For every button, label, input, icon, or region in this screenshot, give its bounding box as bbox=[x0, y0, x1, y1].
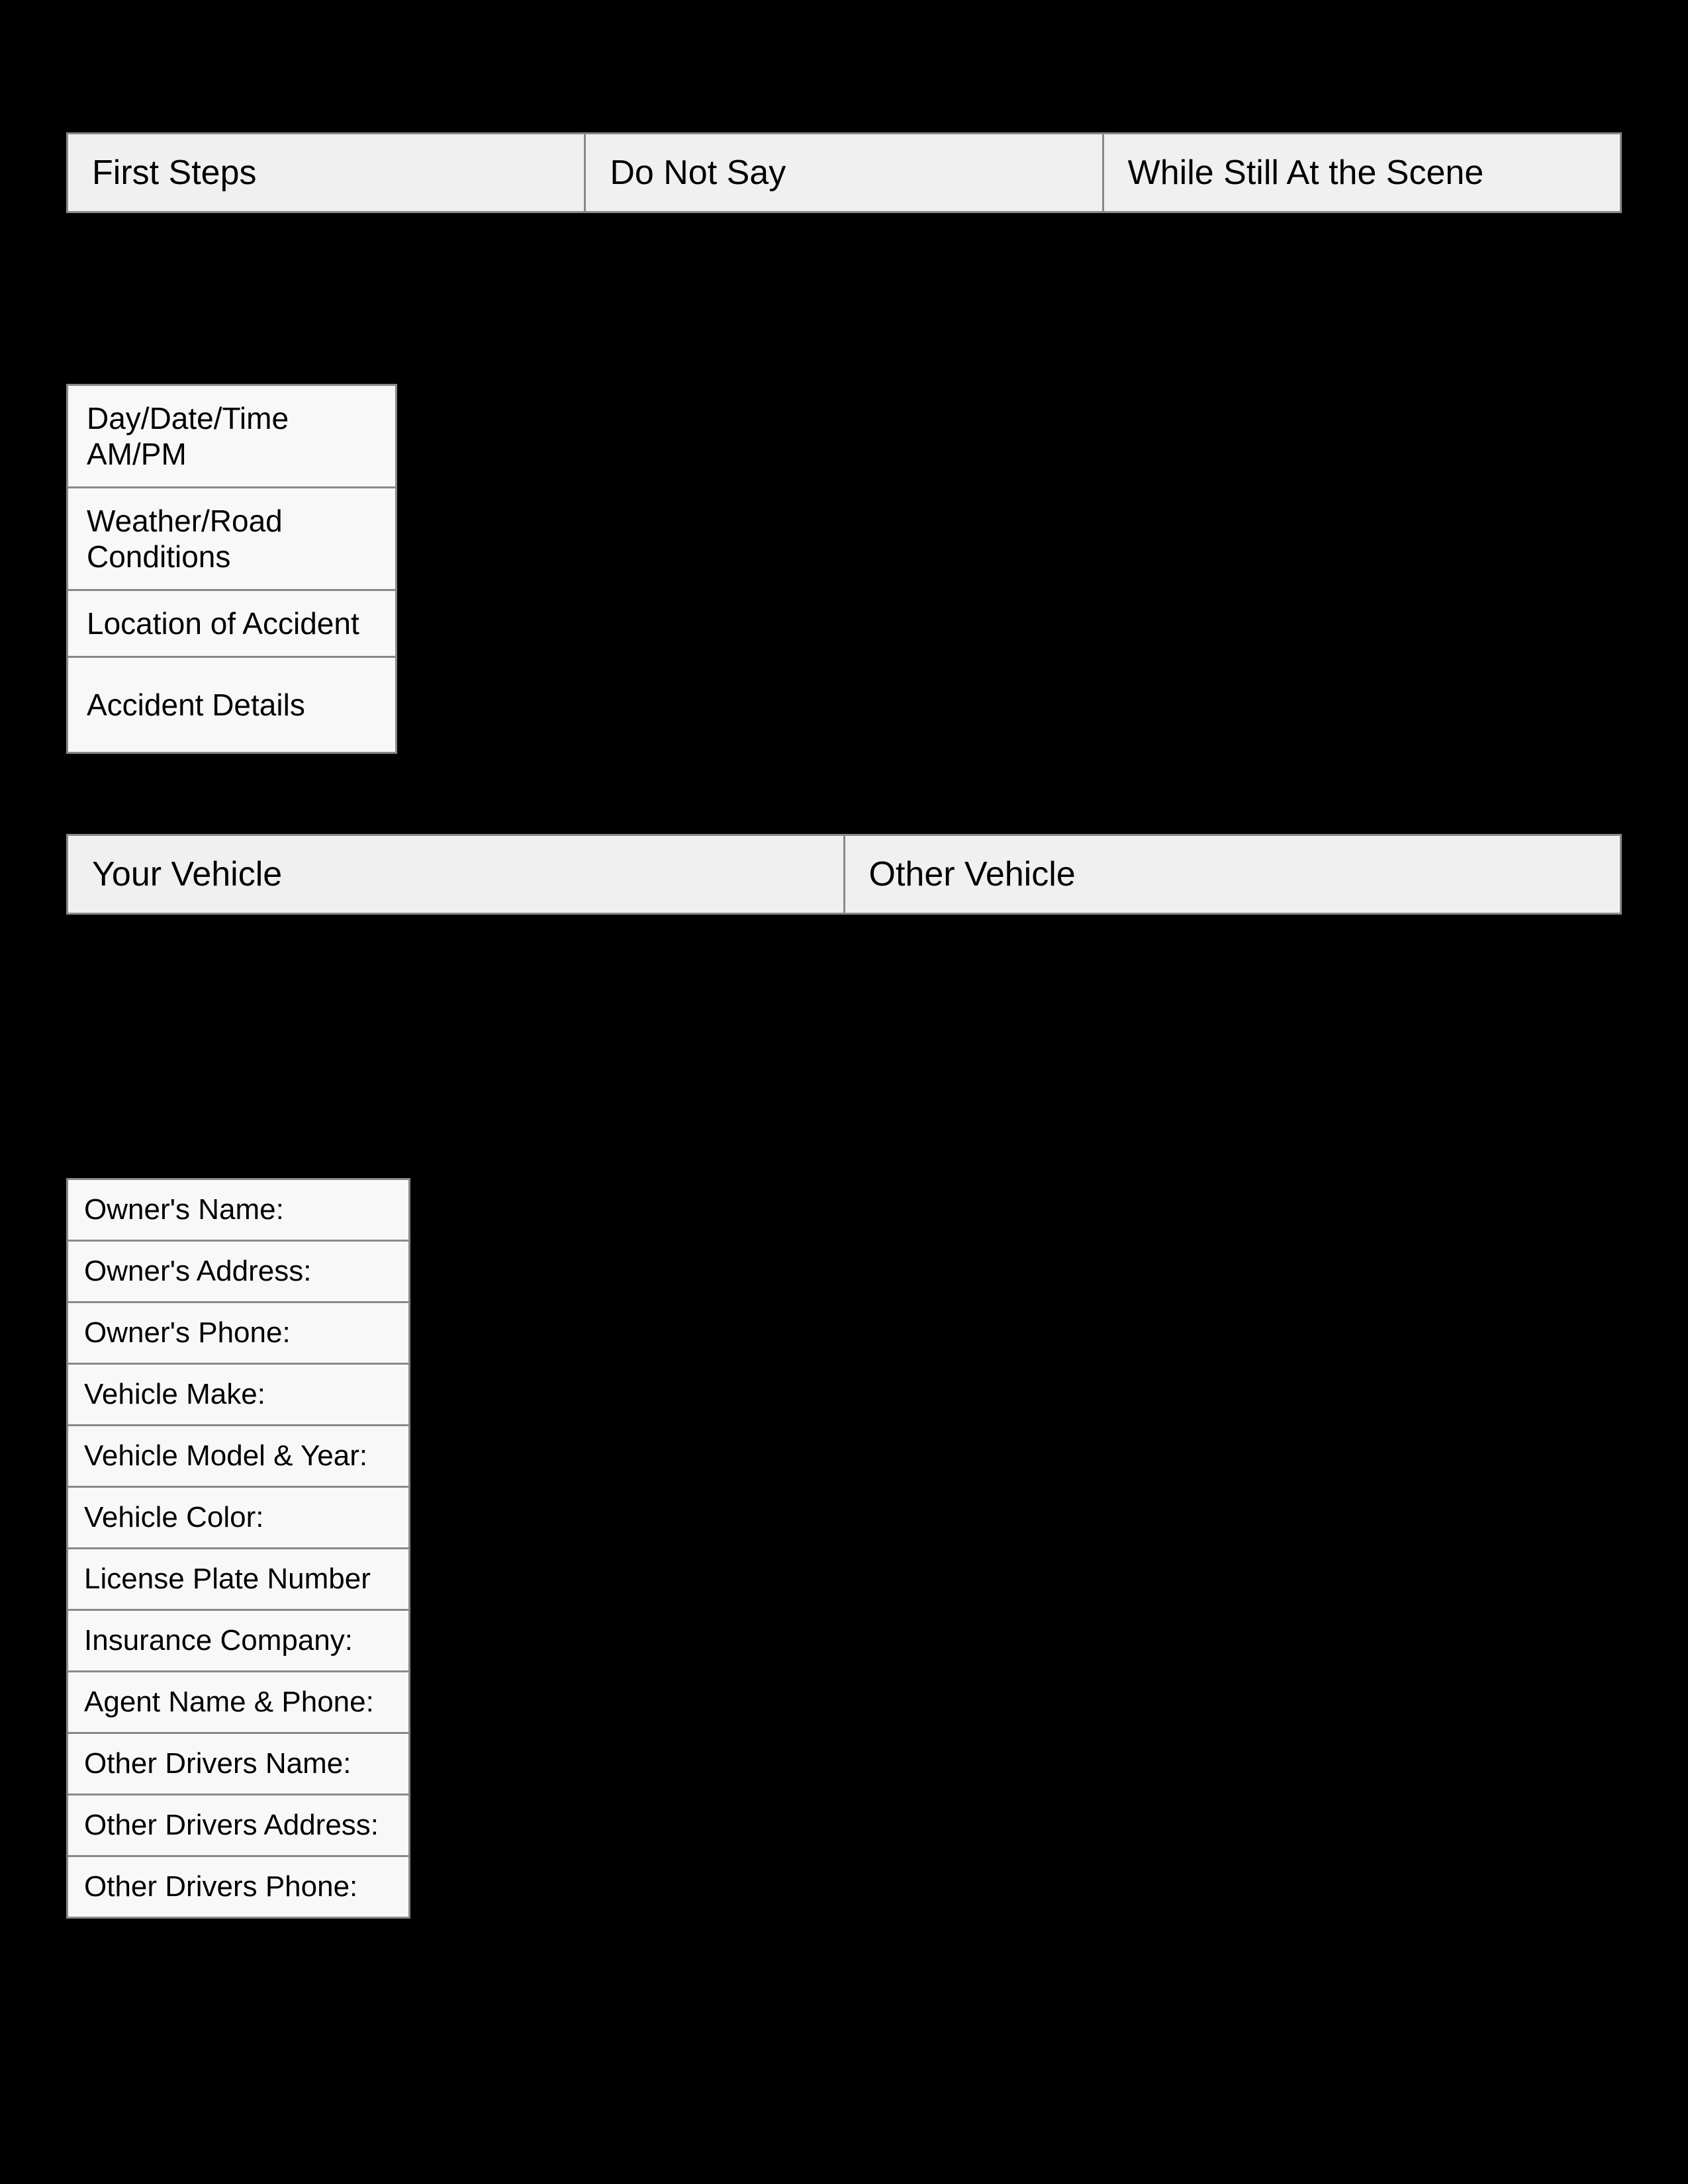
accident-info-location-label: Location of Accident bbox=[87, 606, 359, 641]
field-other-drivers-phone: Other Drivers Phone: bbox=[68, 1857, 408, 1917]
tabs-row: First Steps Do Not Say While Still At th… bbox=[66, 132, 1622, 213]
vehicle-fields-table: Owner's Name: Owner's Address: Owner's P… bbox=[66, 1178, 410, 1919]
vehicle-headers: Your Vehicle Other Vehicle bbox=[66, 834, 1622, 915]
field-vehicle-model-year-label: Vehicle Model & Year: bbox=[84, 1439, 367, 1472]
field-other-drivers-address: Other Drivers Address: bbox=[68, 1796, 408, 1857]
accident-info-row-datetime: Day/Date/Time AM/PM bbox=[68, 386, 395, 488]
other-vehicle-header: Other Vehicle bbox=[845, 836, 1620, 913]
accident-info-details-label: Accident Details bbox=[87, 688, 305, 722]
other-vehicle-label: Other Vehicle bbox=[869, 855, 1076, 893]
field-owners-address-label: Owner's Address: bbox=[84, 1255, 311, 1287]
field-other-drivers-phone-label: Other Drivers Phone: bbox=[84, 1870, 357, 1903]
accident-info-row-details: Accident Details bbox=[68, 658, 395, 752]
field-vehicle-color: Vehicle Color: bbox=[68, 1488, 408, 1549]
field-vehicle-make: Vehicle Make: bbox=[68, 1365, 408, 1426]
tab-while-at-scene[interactable]: While Still At the Scene bbox=[1104, 134, 1620, 211]
your-vehicle-label: Your Vehicle bbox=[92, 855, 282, 893]
accident-info-table: Day/Date/Time AM/PM Weather/Road Conditi… bbox=[66, 384, 397, 754]
tab-while-at-scene-label: While Still At the Scene bbox=[1128, 154, 1484, 192]
tab-first-steps[interactable]: First Steps bbox=[68, 134, 586, 211]
field-other-drivers-name: Other Drivers Name: bbox=[68, 1734, 408, 1796]
field-other-drivers-address-label: Other Drivers Address: bbox=[84, 1809, 379, 1841]
field-vehicle-color-label: Vehicle Color: bbox=[84, 1501, 263, 1533]
field-other-drivers-name-label: Other Drivers Name: bbox=[84, 1747, 351, 1780]
field-agent-name-phone: Agent Name & Phone: bbox=[68, 1672, 408, 1734]
your-vehicle-header: Your Vehicle bbox=[68, 836, 845, 913]
accident-info-weather-label: Weather/Road Conditions bbox=[87, 504, 283, 574]
field-owners-phone: Owner's Phone: bbox=[68, 1303, 408, 1365]
field-agent-name-phone-label: Agent Name & Phone: bbox=[84, 1686, 374, 1718]
field-owners-address: Owner's Address: bbox=[68, 1242, 408, 1303]
field-vehicle-make-label: Vehicle Make: bbox=[84, 1378, 265, 1410]
field-license-plate-label: License Plate Number bbox=[84, 1563, 371, 1595]
accident-info-row-location: Location of Accident bbox=[68, 591, 395, 658]
field-insurance-company-label: Insurance Company: bbox=[84, 1624, 353, 1657]
field-vehicle-model-year: Vehicle Model & Year: bbox=[68, 1426, 408, 1488]
accident-info-row-weather: Weather/Road Conditions bbox=[68, 488, 395, 591]
tab-do-not-say-label: Do Not Say bbox=[610, 154, 786, 192]
tab-do-not-say[interactable]: Do Not Say bbox=[586, 134, 1103, 211]
field-owners-name: Owner's Name: bbox=[68, 1180, 408, 1242]
field-license-plate: License Plate Number bbox=[68, 1549, 408, 1611]
field-owners-name-label: Owner's Name: bbox=[84, 1193, 284, 1226]
page-container: First Steps Do Not Say While Still At th… bbox=[0, 0, 1688, 2184]
field-owners-phone-label: Owner's Phone: bbox=[84, 1316, 291, 1349]
accident-info-datetime-label: Day/Date/Time AM/PM bbox=[87, 401, 289, 471]
tab-first-steps-label: First Steps bbox=[92, 154, 257, 192]
field-insurance-company: Insurance Company: bbox=[68, 1611, 408, 1672]
